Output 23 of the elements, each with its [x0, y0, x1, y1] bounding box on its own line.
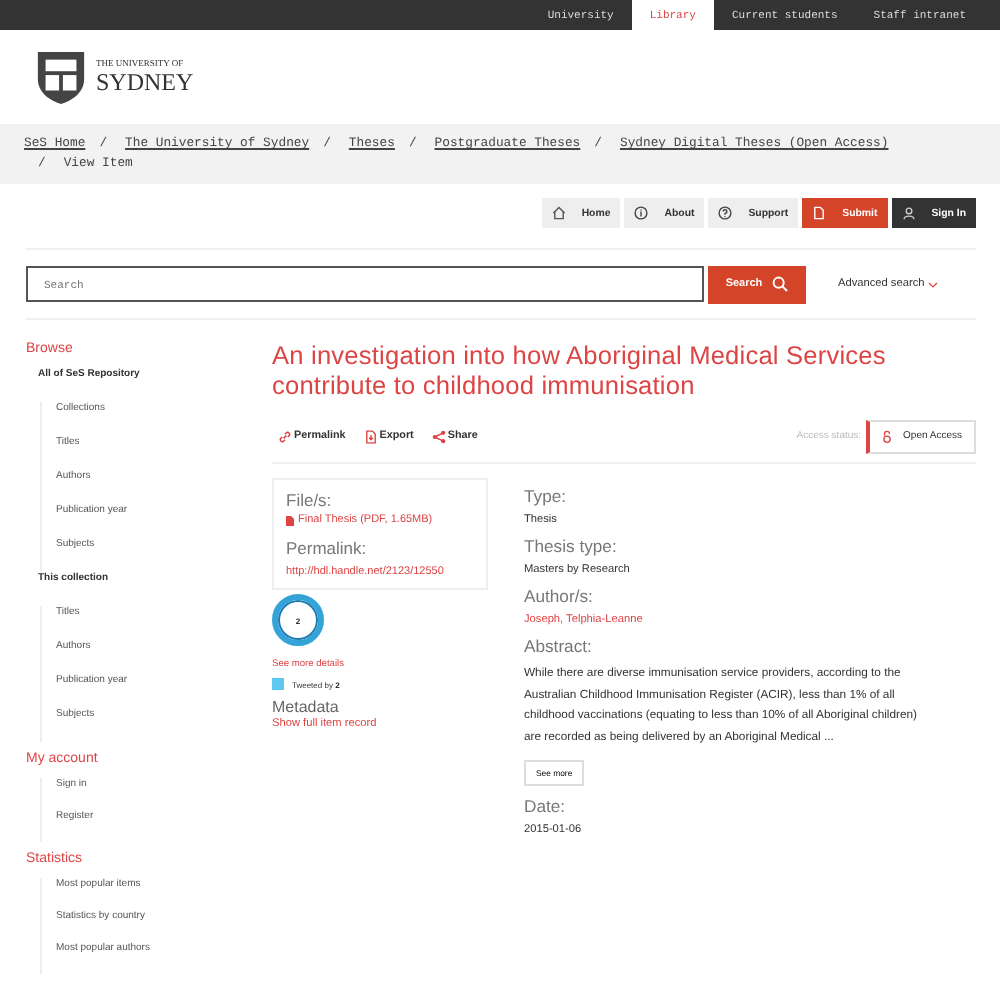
item-title: An investigation into how Aboriginal Medical Services contribute to childhood immunisation: [272, 338, 888, 400]
field-heading: File/s:: [286, 490, 334, 510]
info-icon: [634, 206, 649, 220]
twitter-legend-icon: [272, 678, 284, 690]
help-icon: [718, 206, 733, 220]
open-lock-icon: [881, 429, 892, 443]
link-icon: [278, 429, 292, 443]
field-label: Type:: [524, 486, 569, 506]
file-icon: [286, 515, 294, 525]
chevron-icon: [928, 281, 939, 287]
metadata-heading: Metadata: [272, 698, 339, 716]
field-heading: Permalink:: [286, 538, 369, 558]
field-label: Author/s:: [524, 586, 595, 606]
field-label: Thesis type:: [524, 536, 619, 556]
crest-icon: [34, 48, 88, 106]
share-icon: [431, 429, 446, 443]
document-icon: [812, 206, 827, 220]
home-icon: [551, 206, 566, 220]
search-icon: [772, 276, 789, 292]
download-file-icon: [363, 429, 378, 443]
user-icon: [901, 206, 916, 220]
field-label: Date:: [524, 795, 568, 816]
field-label: Abstract:: [524, 636, 594, 656]
